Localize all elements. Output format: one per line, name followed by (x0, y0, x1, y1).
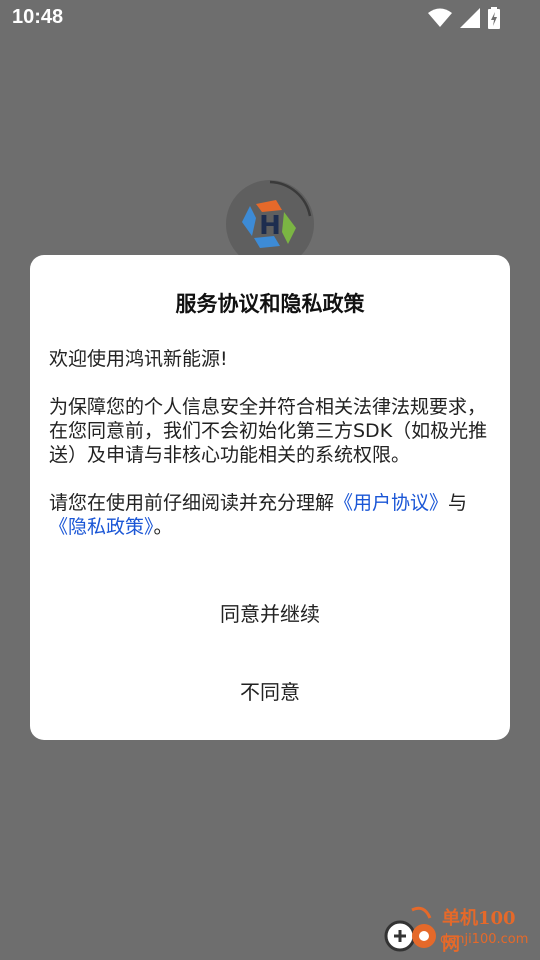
signal-icon (460, 8, 480, 28)
status-icons (428, 7, 500, 29)
privacy-dialog: 服务协议和隐私政策 欢迎使用鸿讯新能源! 为保障您的个人信息安全并符合相关法律法… (30, 255, 510, 740)
dialog-title: 服务协议和隐私政策 (175, 292, 365, 316)
watermark: 单机100网 danji100.com (382, 898, 532, 958)
status-time: 10:48 (12, 6, 64, 28)
dialog-body: 欢迎使用鸿讯新能源! 为保障您的个人信息安全并符合相关法律法规要求，在您同意前，… (49, 347, 494, 563)
read-prefix: 请您在使用前仔细阅读并充分理解 (49, 492, 335, 514)
agree-button[interactable]: 同意并继续 (30, 598, 510, 627)
period-text: 。 (153, 516, 173, 538)
read-paragraph: 请您在使用前仔细阅读并充分理解《用户协议》与《隐私政策》。 (49, 491, 494, 539)
privacy-policy-link[interactable]: 《隐私政策》 (49, 516, 154, 538)
watermark-title: 单机100网 (442, 908, 516, 955)
status-bar: 10:48 (0, 0, 540, 36)
privacy-paragraph: 为保障您的个人信息安全并符合相关法律法规要求，在您同意前，我们不会初始化第三方S… (49, 396, 488, 466)
user-agreement-link[interactable]: 《用户协议》 (334, 492, 448, 514)
disagree-button[interactable]: 不同意 (30, 676, 510, 705)
conjunction-text: 与 (448, 492, 468, 514)
watermark-url: danji100.com (440, 932, 529, 947)
battery-charging-icon (488, 7, 500, 29)
welcome-text: 欢迎使用鸿讯新能源! (49, 348, 228, 370)
watermark-logo-icon (384, 906, 436, 952)
wifi-icon (428, 8, 452, 27)
